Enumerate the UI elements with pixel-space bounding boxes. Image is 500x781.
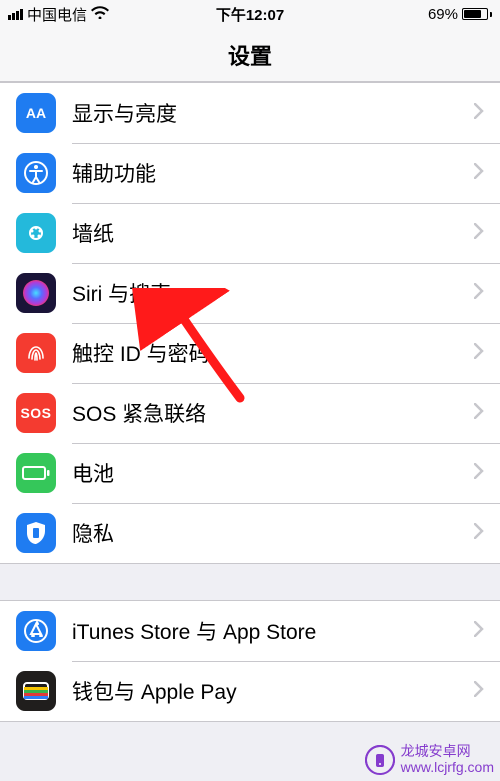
row-wallet-applepay[interactable]: 钱包与 Apple Pay — [0, 661, 500, 721]
row-label: 触控 ID 与密码 — [72, 338, 474, 368]
settings-group-general: AA 显示与亮度 辅助功能 墙纸 Siri 与搜索 — [0, 82, 500, 564]
chevron-right-icon — [474, 223, 484, 244]
page-title: 设置 — [228, 39, 272, 71]
row-label: SOS 紧急联络 — [72, 398, 474, 428]
watermark-logo-icon — [365, 745, 395, 775]
chevron-right-icon — [474, 163, 484, 184]
signal-icon — [8, 9, 23, 20]
status-time: 下午12:07 — [216, 4, 284, 25]
row-wallpaper[interactable]: 墙纸 — [0, 203, 500, 263]
row-label: 墙纸 — [72, 218, 474, 248]
row-privacy[interactable]: 隐私 — [0, 503, 500, 563]
watermark-line2: www.lcjrfg.com — [401, 760, 494, 775]
settings-screen: 中国电信 下午12:07 69% 设置 AA 显示与亮度 — [0, 0, 500, 781]
privacy-icon — [16, 513, 56, 553]
svg-text:AA: AA — [26, 105, 46, 121]
battery-fill — [464, 10, 481, 18]
row-label: 隐私 — [72, 518, 474, 548]
battery-settings-icon — [16, 453, 56, 493]
wallet-icon — [16, 671, 56, 711]
row-itunes-appstore[interactable]: iTunes Store 与 App Store — [0, 601, 500, 661]
row-label: 电池 — [72, 458, 474, 488]
chevron-right-icon — [474, 523, 484, 544]
chevron-right-icon — [474, 681, 484, 702]
row-battery[interactable]: 电池 — [0, 443, 500, 503]
row-label: 辅助功能 — [72, 158, 474, 188]
watermark: 龙城安卓网 www.lcjrfg.com — [365, 744, 494, 775]
status-right: 69% — [428, 6, 492, 23]
sos-icon: SOS — [16, 393, 56, 433]
watermark-text: 龙城安卓网 www.lcjrfg.com — [401, 744, 494, 775]
battery-icon — [462, 8, 492, 20]
chevron-right-icon — [474, 283, 484, 304]
chevron-right-icon — [474, 621, 484, 642]
battery-percent: 69% — [428, 6, 458, 23]
nav-bar: 设置 — [0, 28, 500, 82]
siri-icon — [16, 273, 56, 313]
row-accessibility[interactable]: 辅助功能 — [0, 143, 500, 203]
row-label: 钱包与 Apple Pay — [72, 676, 474, 706]
row-label: iTunes Store 与 App Store — [72, 616, 474, 646]
status-left: 中国电信 — [8, 4, 109, 25]
settings-group-store: iTunes Store 与 App Store 钱包与 Apple Pay — [0, 600, 500, 722]
status-bar: 中国电信 下午12:07 69% — [0, 0, 500, 28]
row-label: 显示与亮度 — [72, 98, 474, 128]
row-siri-search[interactable]: Siri 与搜索 — [0, 263, 500, 323]
row-touchid-passcode[interactable]: 触控 ID 与密码 — [0, 323, 500, 383]
chevron-right-icon — [474, 403, 484, 424]
touchid-icon — [16, 333, 56, 373]
watermark-line1: 龙城安卓网 — [401, 744, 494, 759]
row-display-brightness[interactable]: AA 显示与亮度 — [0, 83, 500, 143]
wallpaper-icon — [16, 213, 56, 253]
appstore-icon — [16, 611, 56, 651]
row-sos[interactable]: SOS SOS 紧急联络 — [0, 383, 500, 443]
chevron-right-icon — [474, 103, 484, 124]
accessibility-icon — [16, 153, 56, 193]
chevron-right-icon — [474, 343, 484, 364]
chevron-right-icon — [474, 463, 484, 484]
wifi-icon — [91, 6, 109, 23]
carrier-label: 中国电信 — [27, 4, 87, 25]
display-icon: AA — [16, 93, 56, 133]
row-label: Siri 与搜索 — [72, 278, 474, 308]
